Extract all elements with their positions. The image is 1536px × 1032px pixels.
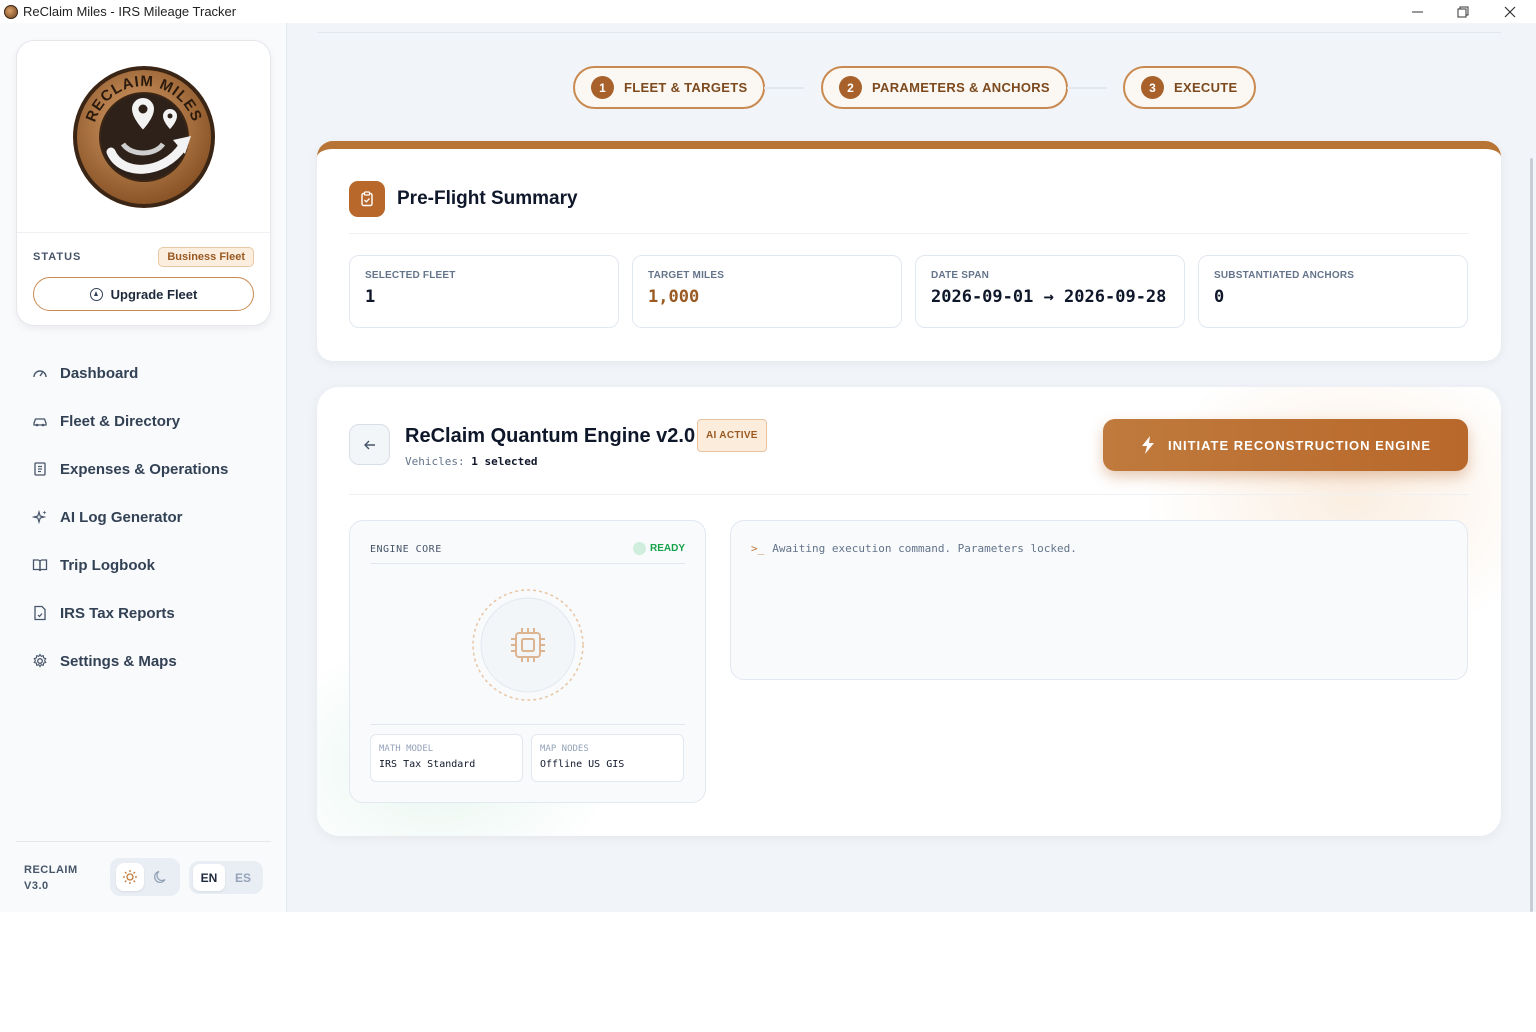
summary-title: Pre-Flight Summary: [397, 188, 578, 209]
close-button[interactable]: [1487, 0, 1533, 23]
sidebar-item-label: Trip Logbook: [60, 556, 155, 574]
terminal-prompt-icon: >_: [751, 542, 765, 555]
lang-en-button[interactable]: EN: [193, 864, 225, 891]
gauge-icon: [33, 370, 47, 378]
moon-icon: [153, 870, 166, 884]
back-button[interactable]: [349, 424, 390, 465]
file-report-icon: [34, 605, 46, 621]
desktop-area: [0, 912, 1536, 1032]
sidebar-item-label: Fleet & Directory: [60, 412, 181, 430]
light-theme-button[interactable]: [115, 863, 144, 891]
clipboard-icon: [349, 181, 385, 217]
vehicles-info: Vehicles: 1 selected: [405, 455, 538, 468]
status-badge: Business Fleet: [158, 247, 254, 267]
sidebar-nav: Dashboard Fleet & Directory Expenses & O…: [16, 349, 271, 685]
sparkles-icon: [32, 509, 47, 525]
sidebar-item-tax-reports[interactable]: IRS Tax Reports: [16, 589, 271, 637]
lang-es-button[interactable]: ES: [227, 864, 259, 891]
ai-active-badge: AI ACTIVE: [697, 419, 767, 452]
metric-target-miles: TARGET MILES 1,000: [632, 255, 902, 328]
version-label: RECLAIM V3.0: [24, 864, 78, 892]
brand-card: RECLAIM MILES STATUS Business Fleet Upgr…: [16, 40, 271, 326]
console-text: Awaiting execution command. Parameters l…: [772, 542, 1077, 555]
window-titlebar: ReClaim Miles - IRS Mileage Tracker: [0, 0, 1536, 23]
lightning-icon: [1141, 436, 1154, 454]
metric-selected-fleet: SELECTED FLEET 1: [349, 255, 619, 328]
sidebar-item-label: AI Log Generator: [60, 508, 183, 526]
step-number: 2: [839, 76, 862, 99]
math-model-box: MATH MODEL IRS Tax Standard: [370, 734, 523, 782]
receipt-icon: [34, 462, 46, 476]
sidebar-item-expenses[interactable]: Expenses & Operations: [16, 445, 271, 493]
main-content: 1 FLEET & TARGETS 2 PARAMETERS & ANCHORS…: [287, 23, 1536, 912]
scrollbar[interactable]: [1530, 158, 1533, 912]
restore-button[interactable]: [1440, 0, 1486, 23]
arrow-left-icon: [363, 440, 375, 449]
initiate-engine-label: INITIATE RECONSTRUCTION ENGINE: [1167, 437, 1432, 453]
status-dot-icon: [632, 542, 646, 555]
app-icon: [4, 4, 18, 19]
step-connector: [1067, 87, 1107, 89]
engine-console: >_ Awaiting execution command. Parameters…: [730, 520, 1468, 680]
close-icon: [1504, 6, 1516, 17]
map-nodes-box: MAP NODES Offline US GIS: [531, 734, 684, 782]
sidebar-item-dashboard[interactable]: Dashboard: [16, 349, 271, 397]
ready-status: READY: [632, 542, 685, 555]
sidebar-item-settings[interactable]: Settings & Maps: [16, 637, 271, 685]
window-title: ReClaim Miles - IRS Mileage Tracker: [23, 4, 237, 19]
minimize-icon: [1411, 11, 1423, 13]
sidebar-item-fleet[interactable]: Fleet & Directory: [16, 397, 271, 445]
sidebar: RECLAIM MILES STATUS Business Fleet Upgr…: [0, 23, 287, 912]
dark-theme-button[interactable]: [147, 863, 175, 891]
step-label: EXECUTE: [1174, 80, 1238, 95]
engine-core-panel: ENGINE CORE READY MATH MODEL IRS Tax Sta…: [349, 520, 706, 803]
initiate-engine-button[interactable]: INITIATE RECONSTRUCTION ENGINE: [1103, 419, 1468, 471]
step-number: 3: [1141, 76, 1164, 99]
engine-divider: [349, 494, 1469, 495]
metric-date-span: DATE SPAN 2026-09-01 → 2026-09-28: [915, 255, 1185, 328]
step-execute[interactable]: 3 EXECUTE: [1123, 66, 1256, 109]
sidebar-item-ai-log[interactable]: AI Log Generator: [16, 493, 271, 541]
quantum-engine-card: ReClaim Quantum Engine v2.0 AI ACTIVE Ve…: [317, 387, 1501, 836]
theme-toggle: [110, 858, 180, 896]
sidebar-item-logbook[interactable]: Trip Logbook: [16, 541, 271, 589]
header-divider: [317, 32, 1501, 33]
sidebar-item-label: IRS Tax Reports: [60, 604, 175, 622]
step-connector: [764, 87, 804, 89]
sidebar-footer: RECLAIM V3.0 EN ES: [16, 841, 271, 912]
sidebar-item-label: Dashboard: [60, 364, 139, 382]
summary-divider: [349, 233, 1469, 234]
logo-area: RECLAIM MILES: [17, 41, 270, 233]
car-icon: [33, 418, 47, 427]
restore-icon: [1457, 6, 1469, 17]
reclaim-miles-logo: RECLAIM MILES: [72, 65, 215, 208]
app-window: RECLAIM MILES STATUS Business Fleet Upgr…: [0, 23, 1536, 912]
step-fleet-targets[interactable]: 1 FLEET & TARGETS: [573, 66, 766, 109]
status-label: STATUS: [33, 251, 82, 263]
engine-core-label: ENGINE CORE: [370, 544, 442, 555]
book-icon: [32, 559, 48, 572]
minimize-button[interactable]: [1394, 0, 1440, 23]
gear-icon: [33, 653, 47, 668]
upgrade-fleet-label: Upgrade Fleet: [110, 286, 198, 302]
sidebar-item-label: Settings & Maps: [60, 652, 177, 670]
metric-substantiated-anchors: SUBSTANTIATED ANCHORS 0: [1198, 255, 1468, 328]
sidebar-item-label: Expenses & Operations: [60, 460, 229, 478]
arrow-up-circle-icon: [89, 287, 103, 301]
engine-title: ReClaim Quantum Engine v2.0: [405, 425, 696, 447]
preflight-summary-card: Pre-Flight Summary SELECTED FLEET 1 TARG…: [317, 141, 1501, 361]
step-number: 1: [591, 76, 614, 99]
language-toggle: EN ES: [189, 861, 263, 894]
stepper: 1 FLEET & TARGETS 2 PARAMETERS & ANCHORS…: [287, 66, 1536, 109]
step-label: PARAMETERS & ANCHORS: [872, 80, 1050, 95]
cpu-chip-icon: [472, 589, 584, 701]
step-parameters-anchors[interactable]: 2 PARAMETERS & ANCHORS: [821, 66, 1068, 109]
step-label: FLEET & TARGETS: [624, 80, 748, 95]
upgrade-fleet-button[interactable]: Upgrade Fleet: [33, 277, 254, 311]
sun-icon: [122, 870, 137, 884]
